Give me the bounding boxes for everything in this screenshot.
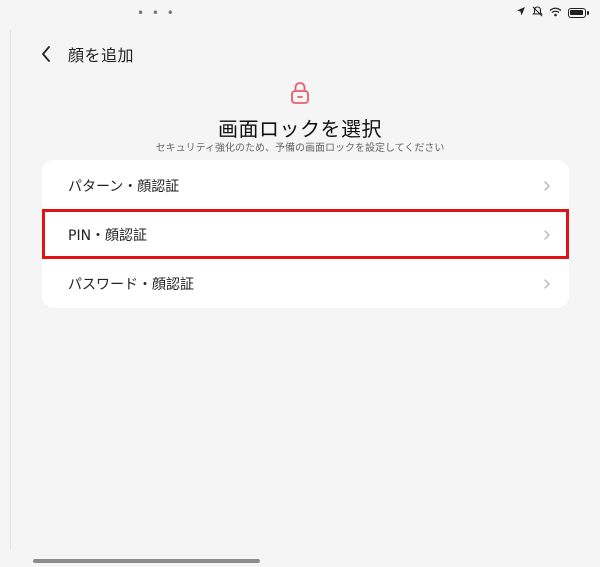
lock-icon-wrapper [0, 81, 600, 105]
wifi-icon [549, 7, 562, 20]
option-pin-face[interactable]: PIN・顔認証 [42, 211, 569, 259]
multiwindow-dots[interactable]: • • • [137, 6, 176, 20]
lock-icon [291, 82, 309, 104]
screen-lock-subheading: セキュリティ強化のため、予備の画面ロックを設定してください [155, 143, 445, 154]
window-edge [10, 30, 11, 550]
back-button[interactable] [36, 42, 56, 66]
option-label: パターン・顔認証 [68, 179, 180, 195]
chevron-right-icon [541, 229, 553, 241]
page-title: 顔を追加 [68, 46, 135, 65]
mute-icon [532, 6, 543, 20]
chevron-right-icon [541, 180, 553, 192]
option-label: パスワード・顔認証 [68, 277, 194, 293]
option-label: PIN・顔認証 [68, 228, 148, 244]
home-gesture-bar[interactable] [33, 559, 260, 563]
option-password-face[interactable]: パスワード・顔認証 [42, 260, 569, 308]
option-pattern-face[interactable]: パターン・顔認証 [42, 162, 569, 210]
header: 顔を追加 [36, 40, 134, 68]
battery-icon [568, 8, 589, 18]
status-bar-icons [516, 6, 589, 20]
screen: • • • 顔を追加 画面ロックを選択 セキュリティ強化のため、予備の画面ロック… [0, 0, 600, 567]
chevron-right-icon [541, 278, 553, 290]
lock-options-card: パターン・顔認証 PIN・顔認証 パスワード・顔認証 [42, 160, 569, 308]
back-arrow-icon [42, 46, 50, 62]
location-icon [516, 6, 526, 20]
screen-lock-heading: 画面ロックを選択 [218, 117, 382, 141]
